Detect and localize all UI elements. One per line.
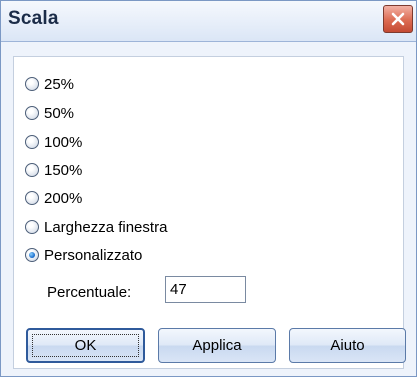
option-150-radio[interactable]: 150% (25, 159, 82, 181)
option-label: 50% (44, 104, 75, 122)
close-button[interactable] (383, 5, 413, 33)
radio-button-icon (25, 220, 39, 234)
apply-button[interactable]: Applica (158, 328, 276, 363)
option-label: Larghezza finestra (44, 218, 168, 236)
close-icon (391, 12, 405, 26)
radio-button-selected-icon (25, 248, 39, 262)
option-label: 25% (44, 75, 75, 93)
radio-button-icon (25, 77, 39, 91)
apply-label: Applica (192, 337, 242, 354)
scale-dialog: Scala 25% 50% 100% 150% 200% Larghezza f… (0, 0, 417, 377)
dialog-title: Scala (8, 8, 59, 29)
radio-button-icon (25, 191, 39, 205)
title-bar[interactable]: Scala (1, 1, 416, 42)
percent-input[interactable] (165, 276, 246, 303)
option-label: Personalizzato (44, 246, 143, 264)
percent-label: Percentuale: (47, 284, 132, 301)
option-50-radio[interactable]: 50% (25, 102, 74, 124)
ok-button[interactable]: OK (26, 328, 145, 363)
radio-button-icon (25, 163, 39, 177)
option-label: 100% (44, 133, 83, 151)
radio-button-icon (25, 135, 39, 149)
option-window-width-radio[interactable]: Larghezza finestra (25, 216, 167, 238)
help-label: Aiuto (330, 337, 365, 354)
option-100-radio[interactable]: 100% (25, 131, 82, 153)
option-label: 150% (44, 161, 83, 179)
option-custom-radio[interactable]: Personalizzato (25, 244, 142, 266)
option-25-radio[interactable]: 25% (25, 73, 74, 95)
option-200-radio[interactable]: 200% (25, 187, 82, 209)
option-label: 200% (44, 189, 83, 207)
help-button[interactable]: Aiuto (289, 328, 406, 363)
radio-button-icon (25, 106, 39, 120)
focus-ring (32, 334, 139, 357)
